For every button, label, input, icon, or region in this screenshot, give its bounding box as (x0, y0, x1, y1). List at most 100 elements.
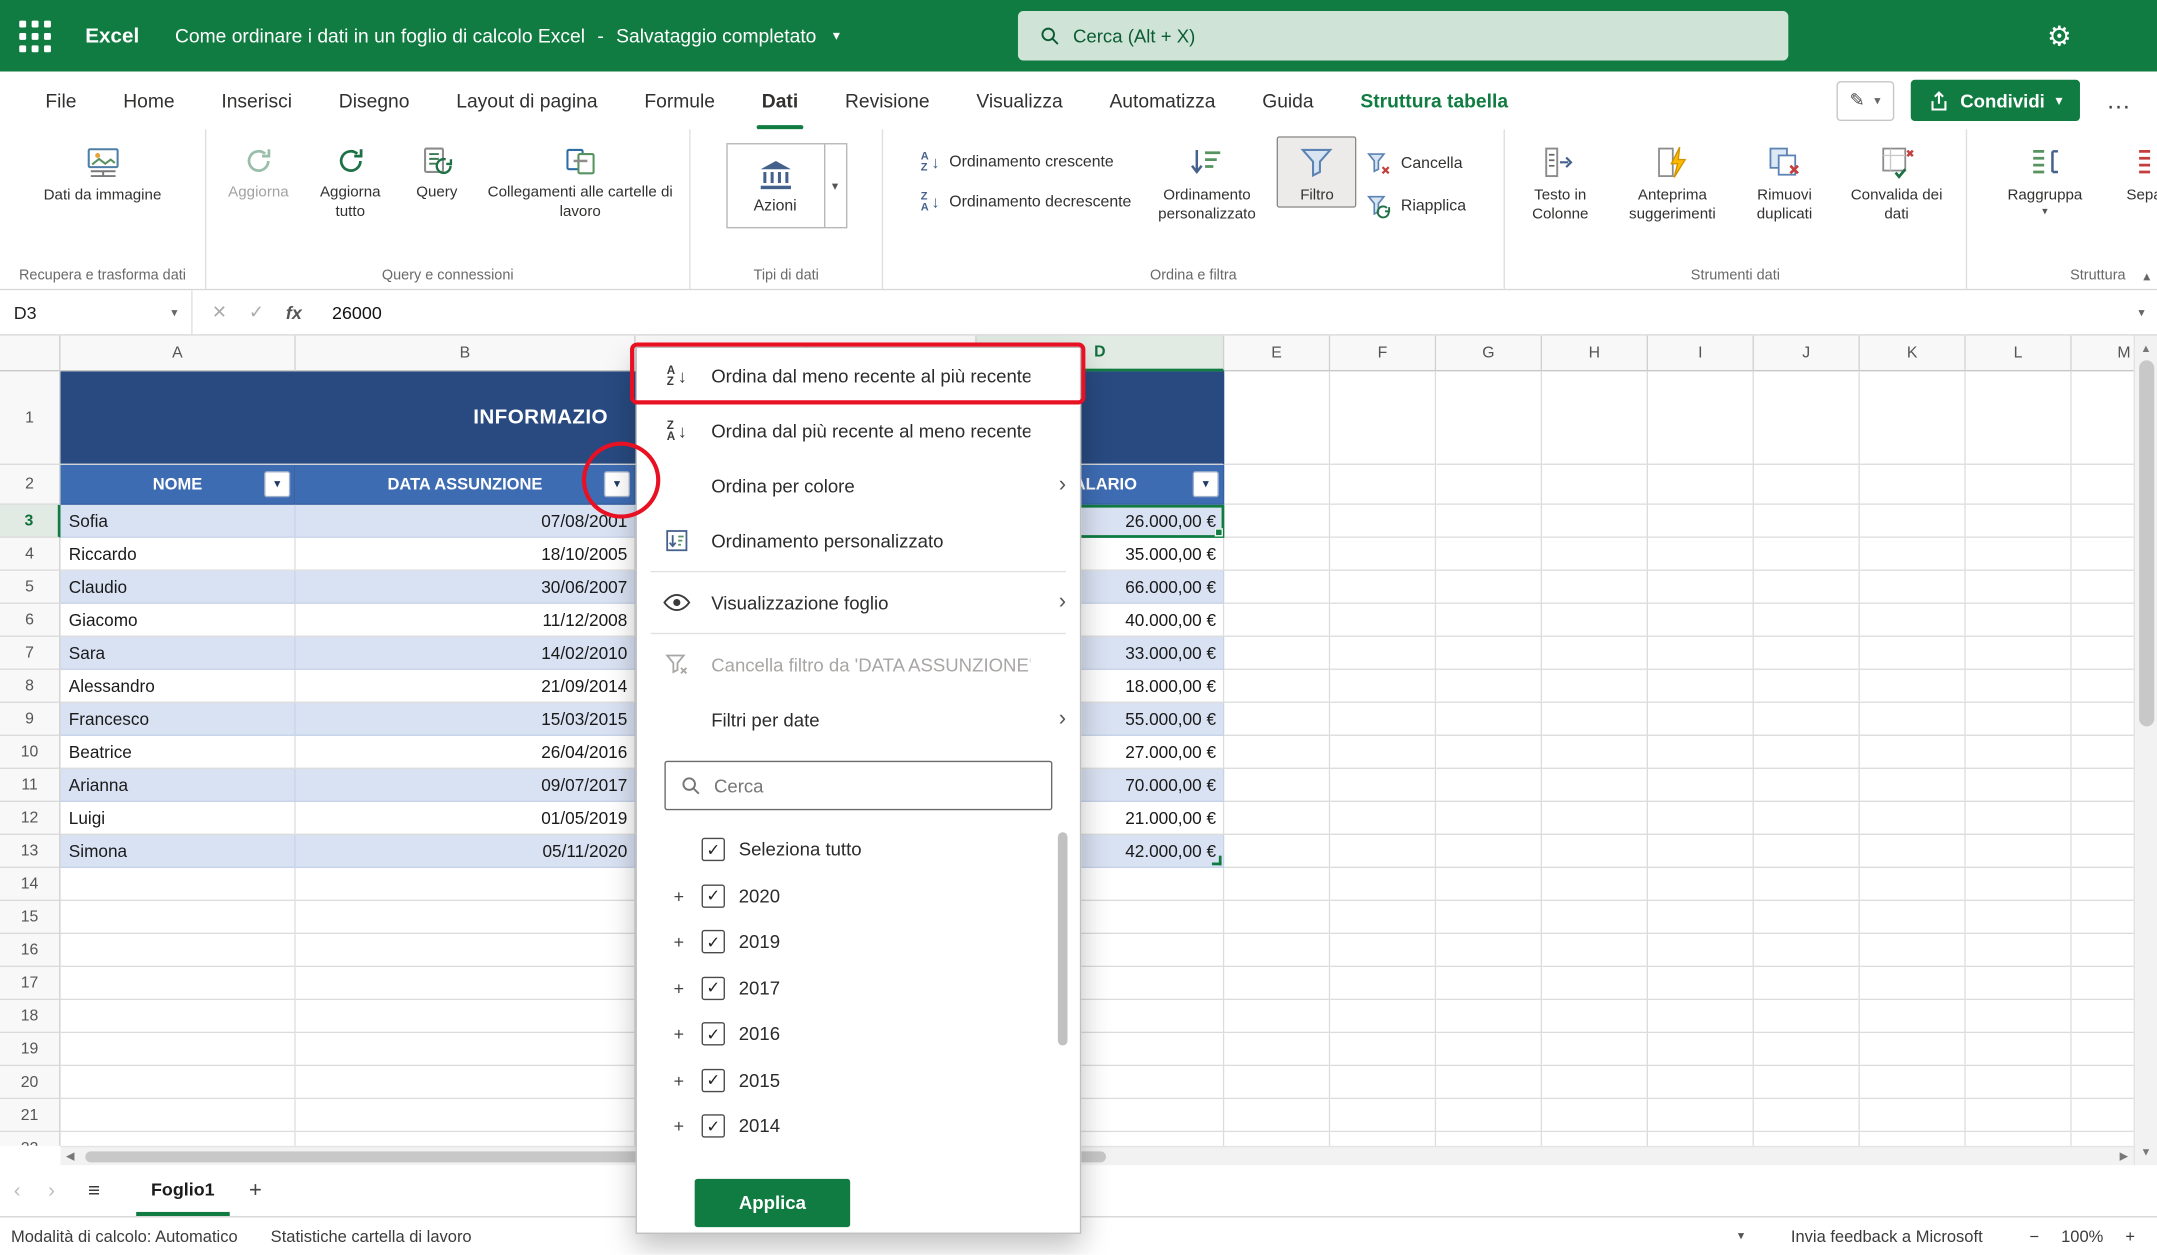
column-header-b[interactable]: B (296, 336, 636, 372)
grid-cell[interactable] (1966, 769, 2072, 802)
grid-cell[interactable] (1330, 538, 1436, 571)
table-resize-handle[interactable] (1212, 856, 1222, 866)
grid-cell[interactable] (1860, 901, 1966, 934)
row-header-8[interactable]: 8 (0, 670, 61, 703)
query-button[interactable]: Query (398, 136, 475, 205)
grid-cell[interactable] (1966, 1033, 2072, 1066)
filter-search-box[interactable]: Cerca (664, 761, 1052, 811)
filter-list-scrollbar-thumb[interactable] (1058, 832, 1068, 1045)
insert-function-icon[interactable]: fx (286, 302, 302, 323)
grid-cell[interactable] (1436, 802, 1542, 835)
scroll-left-icon[interactable]: ◀ (66, 1150, 74, 1162)
year-checkbox[interactable]: ✓ (702, 1022, 725, 1045)
grid-cell[interactable] (1224, 371, 1330, 465)
grid-cell[interactable] (1224, 1033, 1330, 1066)
row-header-13[interactable]: 13 (0, 835, 61, 868)
grid-cell[interactable] (1648, 637, 1754, 670)
ungroup-button[interactable]: Separa (2100, 136, 2157, 208)
name-cell[interactable]: Sofia (61, 505, 296, 538)
grid-cell[interactable] (1966, 835, 2072, 868)
grid-cell[interactable] (1436, 637, 1542, 670)
grid-cell[interactable] (1648, 703, 1754, 736)
grid-cell[interactable] (61, 1000, 296, 1033)
vertical-scrollbar[interactable]: ▲ ▼ (2134, 336, 2157, 1166)
grid-cell[interactable] (1754, 505, 1860, 538)
grid-cell[interactable] (2072, 505, 2134, 538)
grid-cell[interactable] (1754, 736, 1860, 769)
grid-cell[interactable] (1330, 637, 1436, 670)
tab-formule[interactable]: Formule (621, 72, 738, 130)
grid-cell[interactable] (2072, 901, 2134, 934)
formula-input[interactable]: 26000 (332, 302, 382, 323)
grid-cell[interactable] (1330, 1132, 1436, 1146)
expand-plus-icon[interactable]: + (670, 1070, 688, 1091)
feedback-link[interactable]: Invia feedback a Microsoft (1791, 1226, 1983, 1245)
grid-cell[interactable] (1754, 670, 1860, 703)
grid-cell[interactable] (1436, 901, 1542, 934)
grid-cell[interactable] (1860, 703, 1966, 736)
tab-home[interactable]: Home (100, 72, 198, 130)
grid-cell[interactable] (1542, 1099, 1648, 1132)
grid-cell[interactable] (1542, 465, 1648, 505)
grid-cell[interactable] (1966, 802, 2072, 835)
grid-cell[interactable] (1436, 465, 1542, 505)
grid-cell[interactable] (1224, 505, 1330, 538)
grid-cell[interactable] (1436, 868, 1542, 901)
grid-cell[interactable] (1860, 736, 1966, 769)
tab-visualizza[interactable]: Visualizza (953, 72, 1086, 130)
grid-cell[interactable] (61, 934, 296, 967)
column-header-i[interactable]: I (1648, 336, 1754, 372)
tab-layout-di-pagina[interactable]: Layout di pagina (433, 72, 621, 130)
grid-cell[interactable] (1860, 835, 1966, 868)
sort-ascending-button[interactable]: AZ↓ Ordinamento crescente (915, 149, 1137, 177)
grid-cell[interactable] (1754, 371, 1860, 465)
refresh-button[interactable]: Aggiorna (215, 136, 303, 205)
grid-cell[interactable] (1542, 1033, 1648, 1066)
grid-cell[interactable] (2072, 1033, 2134, 1066)
grid-cell[interactable] (1436, 769, 1542, 802)
scroll-right-icon[interactable]: ▶ (2120, 1150, 2128, 1162)
grid-cell[interactable] (1330, 1099, 1436, 1132)
zoom-in-button[interactable]: + (2125, 1226, 2135, 1245)
grid-cell[interactable] (1648, 769, 1754, 802)
column-header-h[interactable]: H (1542, 336, 1648, 372)
grid-cell[interactable] (2072, 1132, 2134, 1146)
column-header-e[interactable]: E (1224, 336, 1330, 372)
row-header-12[interactable]: 12 (0, 802, 61, 835)
grid-cell[interactable] (1330, 1000, 1436, 1033)
chevron-down-icon[interactable]: ▾ (833, 28, 840, 43)
grid-cell[interactable] (1436, 1000, 1542, 1033)
grid-cell[interactable] (2072, 371, 2134, 465)
column-header-f[interactable]: F (1330, 336, 1436, 372)
name-cell[interactable]: Alessandro (61, 670, 296, 703)
grid-cell[interactable] (2072, 967, 2134, 1000)
grid-cell[interactable] (1436, 371, 1542, 465)
grid-cell[interactable] (1754, 769, 1860, 802)
column-header-a[interactable]: A (61, 336, 296, 372)
vertical-scrollbar-thumb[interactable] (2139, 360, 2154, 726)
grid-cell[interactable] (2072, 1099, 2134, 1132)
grid-cell[interactable] (1436, 736, 1542, 769)
grid-cell[interactable] (1966, 637, 2072, 670)
row-header-19[interactable]: 19 (0, 1033, 61, 1066)
grid-cell[interactable] (296, 1066, 636, 1099)
grid-cell[interactable] (1754, 703, 1860, 736)
expand-plus-icon[interactable]: + (670, 1116, 688, 1137)
grid-cell[interactable] (1542, 736, 1648, 769)
horizontal-scrollbar[interactable]: ◀ ▶ (61, 1146, 2134, 1165)
grid-cell[interactable] (2072, 769, 2134, 802)
row-header-6[interactable]: 6 (0, 604, 61, 637)
filter-dropdown-button[interactable]: ▾ (264, 471, 290, 497)
zoom-level[interactable]: 100% (2061, 1226, 2103, 1245)
row-header-2[interactable]: 2 (0, 465, 61, 505)
grid-cell[interactable] (1436, 538, 1542, 571)
grid-cell[interactable] (1966, 967, 2072, 1000)
grid-cell[interactable] (1542, 604, 1648, 637)
column-header-k[interactable]: K (1860, 336, 1966, 372)
row-header-20[interactable]: 20 (0, 1066, 61, 1099)
grid-cell[interactable] (1754, 1066, 1860, 1099)
grid-cell[interactable] (2072, 637, 2134, 670)
date-cell[interactable]: 05/11/2020 (296, 835, 636, 868)
grid-cell[interactable] (1860, 1132, 1966, 1146)
grid-cell[interactable] (1436, 835, 1542, 868)
